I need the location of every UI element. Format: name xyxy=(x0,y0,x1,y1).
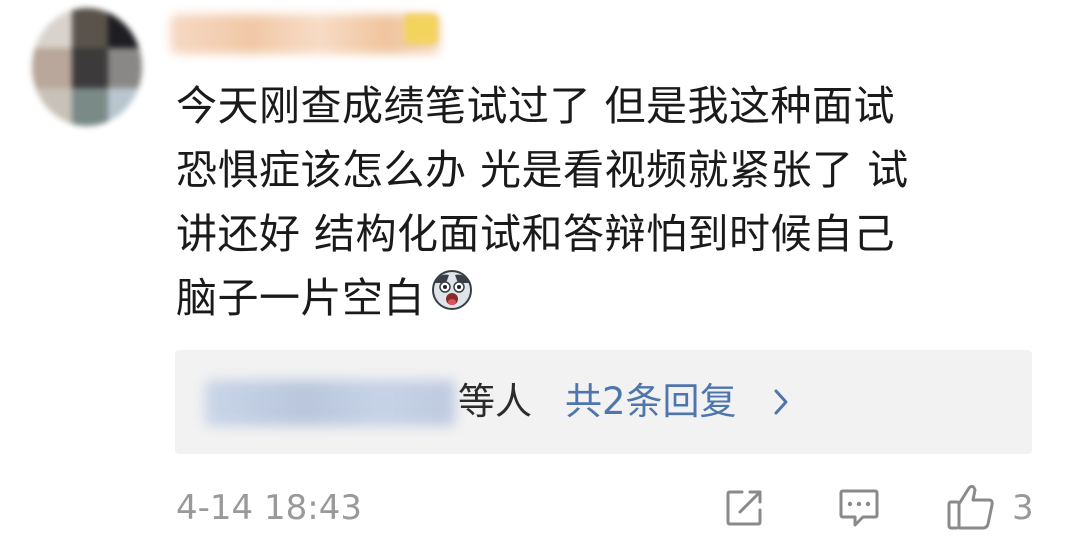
scared-face-emoji-icon xyxy=(431,265,473,329)
reply-usernames[interactable] xyxy=(205,380,455,426)
comment-line: 讲还好 结构化面试和答辩怕到时候自己 xyxy=(176,210,896,258)
comment-line-last: 脑子一片空白 xyxy=(176,266,1026,330)
avatar[interactable] xyxy=(32,8,142,126)
reply-suffix: 等人 xyxy=(458,380,532,423)
comment-line: 恐惧症该怎么办 光是看视频就紧张了 试 xyxy=(176,146,909,194)
comment-body: 今天刚查成绩笔试过了 但是我这种面试 恐惧症该怎么办 光是看视频就紧张了 试 讲… xyxy=(176,74,1026,330)
thumbs-up-icon[interactable] xyxy=(945,482,997,536)
comment-icon[interactable] xyxy=(837,485,881,535)
reply-preview[interactable]: 等人 共2条回复 xyxy=(175,350,1032,454)
reply-count-link[interactable]: 共2条回复 xyxy=(565,374,737,430)
share-edit-icon[interactable] xyxy=(722,486,766,534)
username[interactable] xyxy=(170,14,440,54)
like-count: 3 xyxy=(1012,488,1034,528)
chevron-right-icon[interactable] xyxy=(771,386,791,422)
comment-line: 脑子一片空白 xyxy=(176,274,425,322)
timestamp: 4-14 18:43 xyxy=(176,488,362,528)
user-badge xyxy=(404,14,438,44)
comment-line: 今天刚查成绩笔试过了 但是我这种面试 xyxy=(176,82,896,130)
